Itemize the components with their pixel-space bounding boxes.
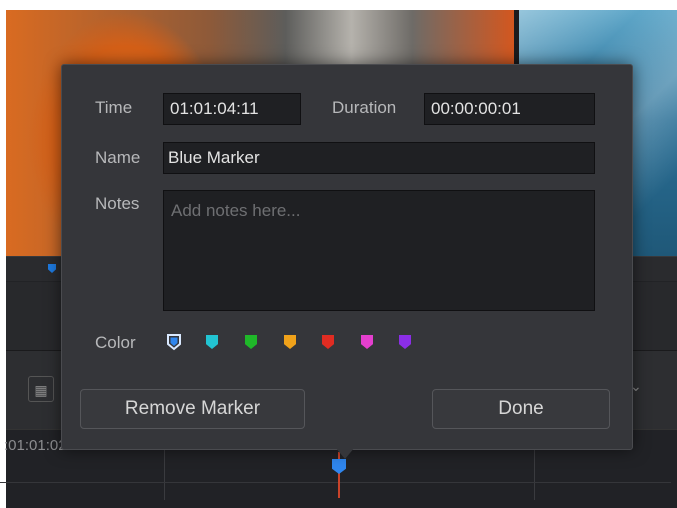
clip-mode-icon[interactable]: ▦ bbox=[28, 376, 54, 402]
done-button[interactable]: Done bbox=[432, 389, 610, 429]
remove-marker-button[interactable]: Remove Marker bbox=[80, 389, 305, 429]
duration-field[interactable]: 00:00:00:01 bbox=[424, 93, 595, 125]
name-label: Name bbox=[95, 148, 141, 167]
name-field[interactable]: Blue Marker bbox=[163, 142, 595, 174]
dialog-pointer bbox=[335, 447, 355, 459]
color-label: Color bbox=[95, 333, 136, 352]
time-label: Time bbox=[95, 98, 133, 117]
notes-label: Notes bbox=[95, 194, 140, 213]
time-field[interactable]: 01:01:04:11 bbox=[163, 93, 301, 125]
duration-label: Duration bbox=[332, 98, 397, 117]
notes-field[interactable]: Add notes here... bbox=[163, 190, 595, 311]
track-divider bbox=[0, 482, 671, 483]
color-swatch-blue[interactable] bbox=[166, 333, 182, 351]
